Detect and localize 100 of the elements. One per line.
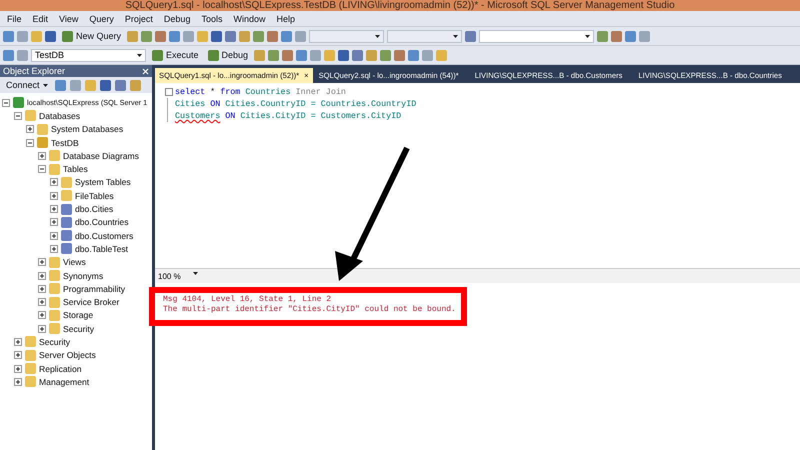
expander-icon[interactable] — [14, 378, 22, 386]
tree-item[interactable]: dbo.Countries — [75, 217, 129, 228]
tree-item[interactable]: Service Broker — [63, 297, 120, 308]
toolbar-icon[interactable] — [268, 50, 280, 60]
menu-item[interactable]: Tools — [197, 14, 226, 24]
menu-item[interactable]: File — [3, 14, 26, 24]
expander-icon[interactable] — [38, 272, 46, 280]
tree-item[interactable]: Databases — [39, 110, 80, 121]
expander-icon[interactable] — [38, 258, 46, 266]
menu-item[interactable]: View — [55, 14, 82, 24]
menu-item[interactable]: Help — [272, 14, 299, 24]
toolbar-icon[interactable] — [3, 50, 14, 60]
table-icon — [61, 243, 72, 254]
toolbar-icon[interactable] — [338, 50, 350, 60]
expander-icon[interactable] — [14, 112, 22, 120]
toolbar-icon[interactable] — [3, 30, 14, 42]
folder-icon — [49, 283, 60, 294]
toolbar-icon[interactable] — [100, 80, 111, 90]
toolbar-icon[interactable] — [282, 50, 294, 60]
tree-item[interactable]: Replication — [39, 364, 82, 374]
tree-item[interactable]: Management — [39, 376, 90, 387]
toolbar-icon[interactable] — [380, 50, 392, 60]
expander-icon[interactable] — [50, 205, 58, 214]
tree-item[interactable]: dbo.Cities — [75, 204, 114, 214]
toolbar-button[interactable]: Execute — [149, 50, 202, 60]
tree-item[interactable]: Tables — [63, 164, 88, 174]
menu-item[interactable]: Edit — [28, 14, 52, 24]
tree-item[interactable]: dbo.Customers — [75, 230, 134, 241]
toolbar-icon[interactable] — [54, 80, 66, 90]
menu-item[interactable]: Query — [85, 14, 118, 24]
toolbar-icon[interactable] — [352, 50, 364, 60]
tree-item[interactable]: Security — [39, 336, 70, 347]
menu-item[interactable]: Window — [229, 14, 270, 24]
tree-item[interactable]: dbo.TableTest — [75, 244, 128, 254]
tree-item[interactable]: FileTables — [75, 190, 114, 201]
toolbar-icon[interactable] — [114, 80, 126, 90]
expander-icon[interactable] — [14, 338, 22, 346]
menu-item[interactable]: Project — [120, 14, 157, 24]
expander-icon[interactable] — [50, 244, 58, 253]
toolbar-icon[interactable] — [597, 30, 608, 42]
caret-icon — [375, 34, 380, 38]
dropdown[interactable] — [387, 30, 462, 42]
expander-icon[interactable] — [50, 178, 58, 186]
menu-item[interactable]: Debug — [160, 14, 194, 24]
folder-icon — [37, 124, 48, 135]
database-dropdown[interactable]: TestDB — [31, 48, 146, 62]
toolbar-icon[interactable] — [225, 30, 236, 42]
tree-item[interactable]: Synonyms — [63, 270, 104, 280]
toolbar-icon[interactable] — [169, 30, 180, 42]
tree-item[interactable]: Views — [63, 257, 86, 268]
connect-button[interactable]: Connect — [3, 80, 51, 90]
toolbar-icon[interactable] — [465, 30, 476, 42]
toolbar-icon[interactable] — [296, 50, 308, 60]
caret-icon — [453, 34, 458, 38]
expander-icon[interactable] — [38, 311, 46, 320]
tree-item[interactable]: TestDB — [51, 138, 79, 148]
close-icon[interactable] — [142, 68, 149, 74]
tree-item[interactable]: Storage — [63, 310, 94, 320]
caret-icon — [42, 84, 48, 86]
expander-icon[interactable] — [50, 232, 58, 240]
toolbar-icon[interactable] — [45, 30, 56, 42]
folder-icon — [61, 190, 72, 202]
folder-icon — [49, 270, 60, 281]
toolbar-icon[interactable] — [625, 30, 636, 42]
table-icon — [61, 216, 72, 228]
expander-icon[interactable] — [26, 138, 34, 147]
pane-title: Object Explorer — [3, 66, 66, 76]
expander-icon[interactable] — [14, 351, 22, 360]
toolbar-icon[interactable] — [281, 30, 292, 42]
toolbar-icon[interactable] — [267, 30, 278, 42]
tree-item[interactable]: System Tables — [75, 177, 131, 188]
toolbar-button[interactable]: Debug — [204, 50, 252, 60]
toolbar-icon[interactable] — [611, 30, 622, 42]
expander-icon[interactable] — [38, 298, 46, 306]
toolbar-button[interactable]: New Query — [59, 30, 124, 42]
expander-icon[interactable] — [2, 98, 10, 107]
expander-icon[interactable] — [38, 324, 46, 333]
expander-icon[interactable] — [26, 125, 34, 134]
tree-item[interactable]: Database Diagrams — [63, 150, 139, 161]
expander-icon[interactable] — [38, 152, 46, 160]
tree-item[interactable]: Security — [63, 324, 94, 334]
dropdown[interactable] — [309, 30, 384, 42]
toolbar-icon[interactable] — [141, 30, 152, 42]
zoom-dropdown[interactable]: 100 % — [155, 272, 201, 280]
toolbar-icon[interactable] — [211, 30, 222, 42]
toolbar-icon[interactable] — [408, 50, 420, 60]
expander-icon[interactable] — [50, 192, 58, 200]
expander-icon[interactable] — [50, 218, 58, 226]
expander-icon[interactable] — [14, 364, 22, 373]
toolbar-icon — [152, 50, 163, 60]
tree-item[interactable]: Server Objects — [39, 350, 96, 360]
dropdown[interactable] — [479, 30, 594, 42]
toolbar-icon[interactable] — [394, 50, 406, 60]
expander-icon[interactable] — [38, 284, 46, 293]
tree-item[interactable]: System Databases — [51, 124, 124, 134]
toolbar-icon[interactable] — [253, 30, 264, 42]
tree-item[interactable]: Programmability — [63, 284, 126, 294]
collapse-icon[interactable] — [165, 88, 173, 96]
toolbar-icon[interactable] — [155, 30, 166, 42]
expander-icon[interactable] — [38, 165, 46, 174]
